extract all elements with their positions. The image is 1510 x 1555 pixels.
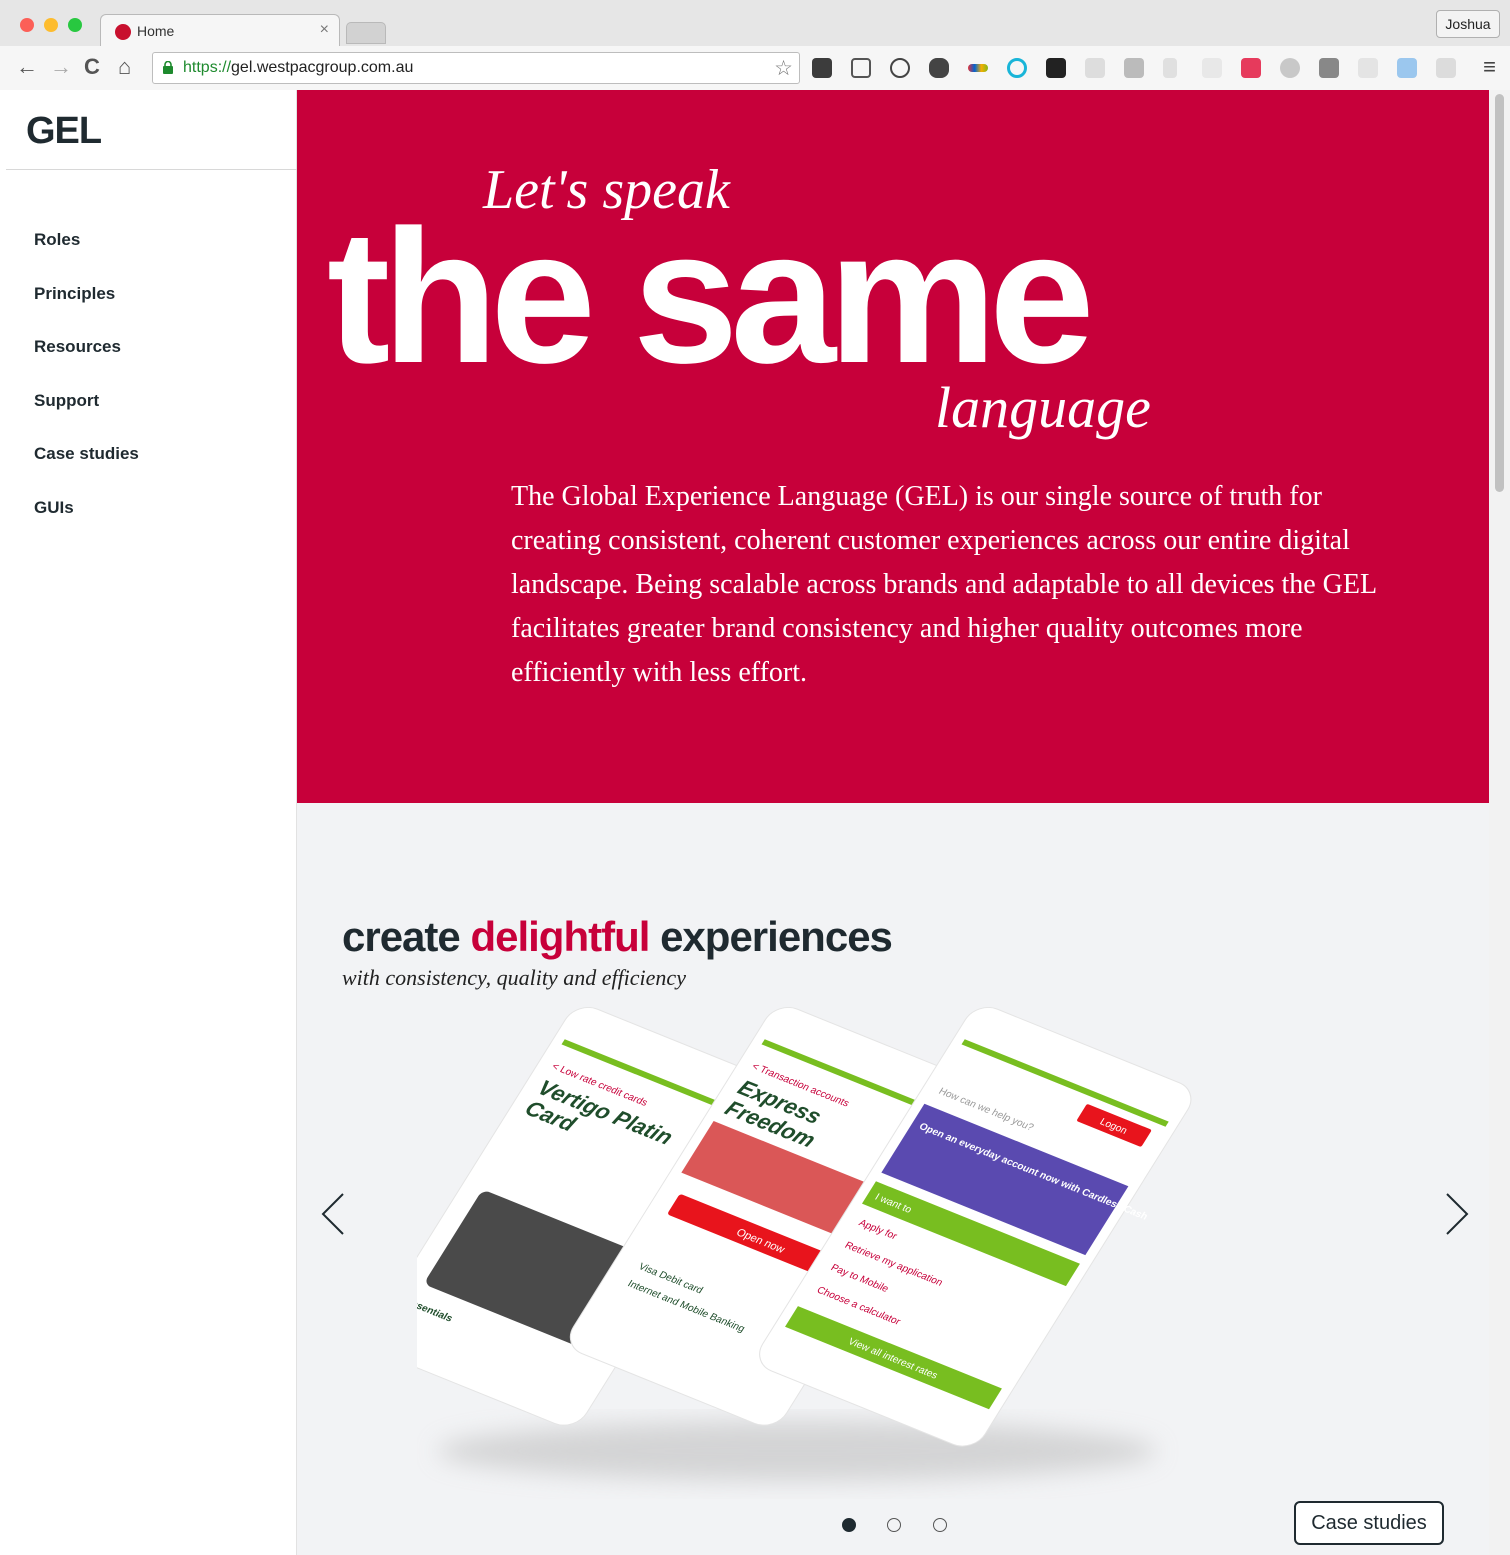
headline-accent: delightful [470,913,650,960]
sidebar-item-roles[interactable]: Roles [34,230,139,284]
lock-icon [163,61,173,74]
forward-icon[interactable]: → [50,55,72,79]
r-extension-icon[interactable] [1163,58,1177,78]
url-scheme: https:// [183,59,232,76]
cast-extension-icon[interactable] [851,58,871,78]
phones-shadow [437,1421,1157,1481]
hero-the-same: the same [327,191,1095,403]
hero-intro-text: The Global Experience Language (GEL) is … [511,481,1377,688]
tab-close-icon[interactable]: × [320,21,329,39]
carousel-prev-arrow-icon[interactable] [315,1188,355,1240]
puzzle-extension-icon[interactable] [1124,58,1144,78]
carousel-dot-2[interactable] [887,1518,902,1532]
hero-banner: Let's speak the same language The Global… [297,90,1489,803]
gel-logo[interactable]: GEL [26,110,102,153]
back-icon[interactable]: ← [16,55,38,79]
browser-chrome: Home × Joshua ← → C ⌂ https://gel.westpa… [0,0,1510,90]
evernote-extension-icon[interactable] [929,58,949,78]
home-icon[interactable]: ⌂ [118,55,131,79]
sidebar: GEL Roles Principles Resources Support C… [0,90,297,1555]
hero-language: language [935,375,1151,440]
sidebar-divider [6,169,297,170]
zoom-window-button[interactable] [68,18,82,32]
tab-title: Home [137,23,175,39]
notes-extension-icon[interactable] [1319,58,1339,78]
headline-pre: create [342,913,471,960]
feature-carousel: create delightful experiences with consi… [297,803,1489,1555]
page-scrollbar[interactable] [1489,90,1510,1555]
sidebar-item-support[interactable]: Support [34,391,139,445]
sidebar-item-case-studies[interactable]: Case studies [34,444,139,498]
profile-button[interactable]: Joshua [1436,10,1500,38]
carousel-pagination [842,1518,974,1537]
address-bar[interactable]: https://gel.westpacgroup.com.au ☆ [152,52,800,84]
feature-headline: create delightful experiences [342,913,893,961]
url-text: https://gel.westpacgroup.com.au [183,59,413,77]
reload-icon[interactable]: C [84,55,100,79]
phone-mockups-image: < Low rate credit cards Vertigo Platin C… [417,1007,1192,1481]
new-tab-button[interactable] [346,22,386,44]
carousel-dot-1[interactable] [842,1518,856,1532]
dropbox-extension-icon[interactable] [1436,58,1456,78]
tab-strip: Home × Joshua [0,0,1510,48]
circle-extension-icon[interactable] [1007,58,1027,78]
minimize-window-button[interactable] [44,18,58,32]
adblock-extension-icon[interactable] [1280,58,1300,78]
close-window-button[interactable] [20,18,34,32]
bookmark-star-icon[interactable]: ☆ [774,56,793,81]
sidebar-item-guis[interactable]: GUIs [34,498,139,552]
browser-menu-icon[interactable]: ≡ [1483,54,1496,80]
tv-extension-icon[interactable] [1397,58,1417,78]
page: GEL Roles Principles Resources Support C… [0,90,1510,1555]
scrollbar-thumb[interactable] [1495,94,1504,492]
pocket-extension-icon[interactable] [812,58,832,78]
stack-extension-icon[interactable] [1202,58,1222,78]
carousel-dot-3[interactable] [932,1518,947,1532]
carousel-next-arrow-icon[interactable] [1435,1188,1475,1240]
ebay-extension-icon[interactable] [968,64,988,72]
headline-post: experiences [649,913,893,960]
url-host: gel.westpacgroup.com.au [231,59,414,76]
close-extension-icon[interactable] [1358,58,1378,78]
browser-tab[interactable]: Home × [100,14,340,48]
onepassword-extension-icon[interactable] [890,58,910,78]
camera-extension-icon[interactable] [1241,58,1261,78]
sidebar-item-principles[interactable]: Principles [34,284,139,338]
buffer-extension-icon[interactable] [1046,58,1066,78]
reader-extension-icon[interactable] [1085,58,1105,78]
case-studies-button[interactable]: Case studies [1294,1501,1444,1545]
gel-favicon-icon [115,24,131,40]
sidebar-item-resources[interactable]: Resources [34,337,139,391]
sidebar-nav: Roles Principles Resources Support Case … [34,230,139,552]
browser-toolbar: ← → C ⌂ https://gel.westpacgroup.com.au … [0,46,1510,90]
